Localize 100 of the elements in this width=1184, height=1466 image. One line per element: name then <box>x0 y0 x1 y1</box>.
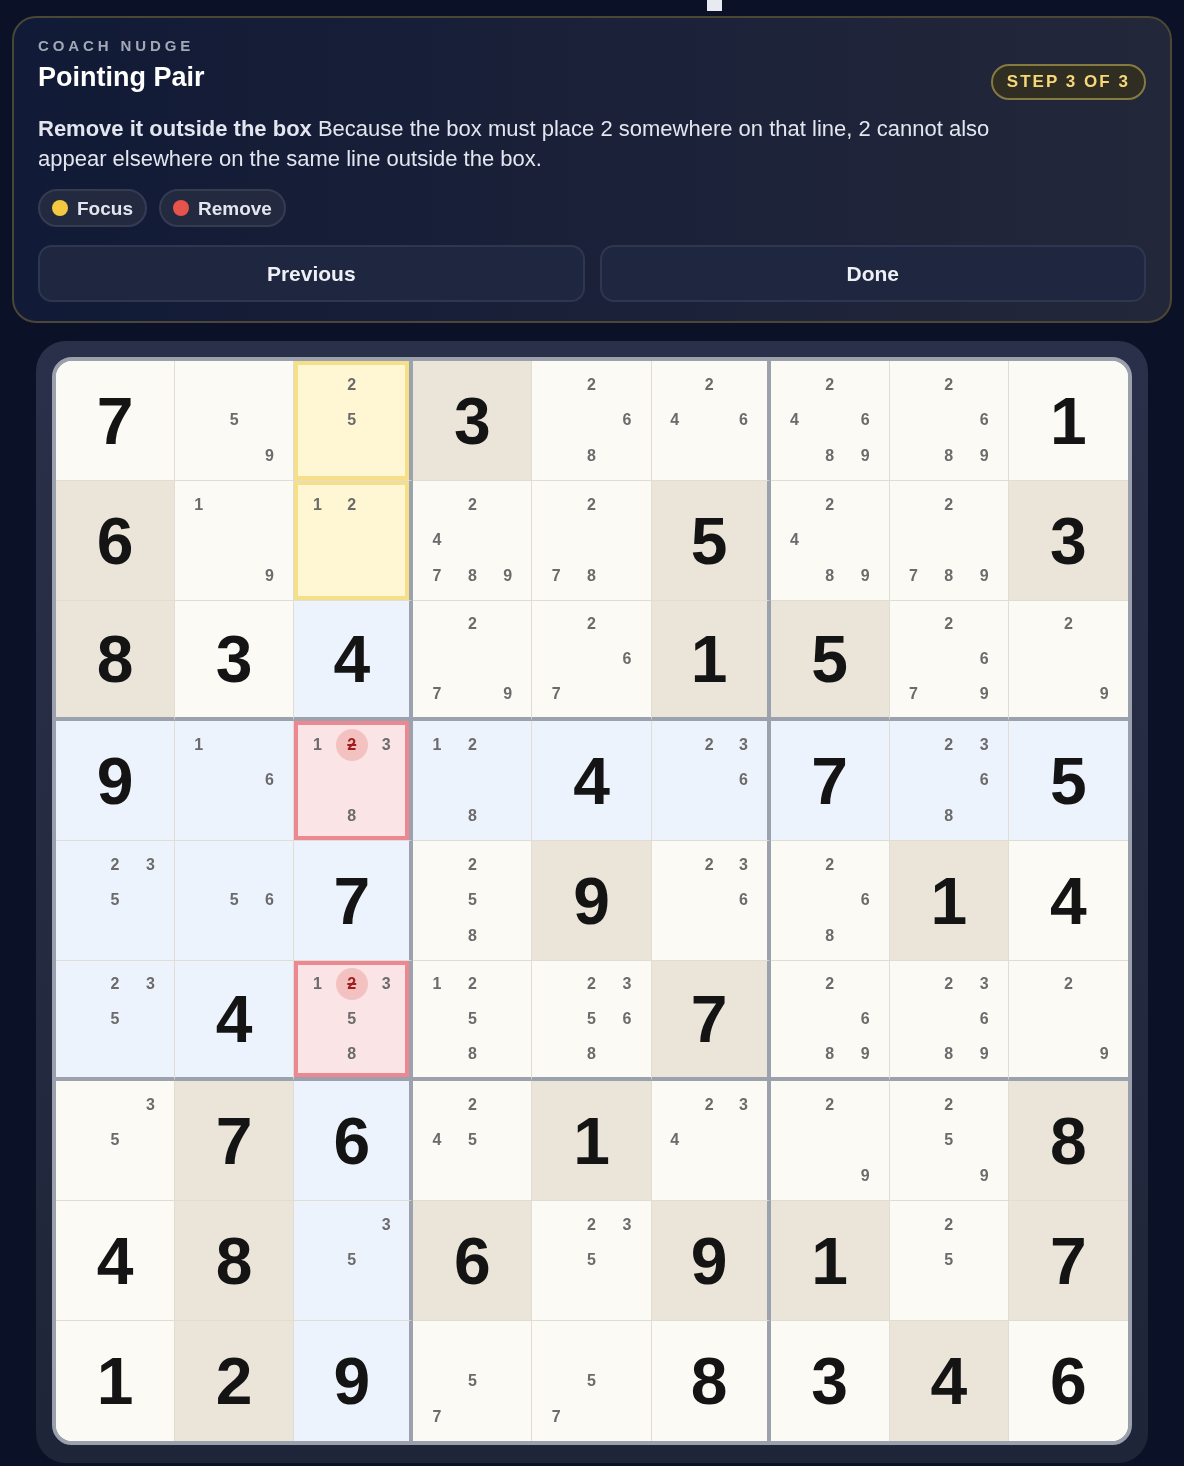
done-button[interactable]: Done <box>599 245 1146 302</box>
board-cell[interactable]: 1 3 8 2 <box>294 721 414 841</box>
board-cell[interactable]: 2 4 5 <box>413 1081 533 1201</box>
board-cell[interactable]: 5 <box>1008 721 1128 841</box>
board-cell[interactable]: 2 3 4 <box>651 1081 771 1201</box>
board-cell[interactable]: 5 9 <box>175 361 295 481</box>
board-cell[interactable]: 2 <box>175 1321 295 1441</box>
candidate-note: 6 <box>265 892 274 909</box>
board-cell[interactable]: 7 <box>175 1081 295 1201</box>
board-cell[interactable]: 3 5 <box>294 1201 414 1321</box>
board-cell[interactable]: 2 5 <box>294 361 414 481</box>
board-cell[interactable]: 2 3 5 <box>56 961 176 1081</box>
board-cell[interactable]: 9 <box>56 721 176 841</box>
board-cell[interactable]: 3 <box>175 601 295 721</box>
candidate-note: 9 <box>979 685 989 702</box>
cell-digit: 3 <box>811 1348 849 1414</box>
board-cell[interactable]: 2 3 5 <box>56 841 176 961</box>
board-cell[interactable]: 5 6 <box>175 841 295 961</box>
board-cell[interactable]: 2 4 6 8 9 <box>770 361 890 481</box>
board-cell[interactable]: 2 6 8 9 <box>889 361 1009 481</box>
board-cell[interactable]: 2 5 8 <box>413 841 533 961</box>
board-cell[interactable]: 6 <box>56 481 176 601</box>
board-cell[interactable]: 2 3 6 <box>651 721 771 841</box>
board-cell[interactable]: 2 6 7 9 <box>889 601 1009 721</box>
board-cell[interactable]: 2 7 8 9 <box>889 481 1009 601</box>
board-cell[interactable]: 5 <box>770 601 890 721</box>
board-cell[interactable]: 2 6 8 9 <box>770 961 890 1081</box>
board-cell[interactable]: 7 <box>770 721 890 841</box>
candidate-note: 2 <box>110 856 120 873</box>
board-cell[interactable]: 8 <box>175 1201 295 1321</box>
board-cell[interactable]: 4 <box>56 1201 176 1321</box>
cell-digit: 7 <box>1050 1227 1087 1294</box>
candidate-note: 8 <box>587 1045 596 1062</box>
board-cell[interactable]: 4 <box>889 1321 1009 1441</box>
board-cell[interactable]: 7 <box>56 361 176 481</box>
board-cell[interactable]: 7 <box>1008 1201 1128 1321</box>
board-cell[interactable]: 6 <box>413 1201 533 1321</box>
previous-button[interactable]: Previous <box>38 245 585 302</box>
board-cell[interactable]: 2 3 5 <box>532 1201 652 1321</box>
board-cell[interactable]: 4 <box>532 721 652 841</box>
candidate-note: 5 <box>229 412 239 429</box>
board-cell[interactable]: 2 4 6 <box>651 361 771 481</box>
board-cell[interactable]: 3 <box>413 361 533 481</box>
candidate-note: 1 <box>312 736 322 753</box>
board-cell[interactable]: 2 9 <box>770 1081 890 1201</box>
cell-digit: 7 <box>96 387 134 454</box>
candidate-note: 5 <box>110 1011 120 1027</box>
board-cell[interactable]: 1 <box>1008 361 1128 481</box>
board-cell[interactable]: 1 9 <box>175 481 295 601</box>
board-cell[interactable]: 5 <box>651 481 771 601</box>
candidate-note: 5 <box>229 892 239 909</box>
board-cell[interactable]: 1 2 8 <box>413 721 533 841</box>
candidate-note: 1 <box>312 976 322 993</box>
candidate-note: 8 <box>467 928 477 945</box>
board-cell[interactable]: 1 2 5 8 <box>413 961 533 1081</box>
board-cell[interactable]: 1 2 <box>294 481 414 601</box>
candidate-note: 2 <box>944 1216 954 1233</box>
candidate-note: 2 <box>944 1096 954 1113</box>
board-cell[interactable]: 1 <box>770 1201 890 1321</box>
board-cell[interactable]: 3 5 <box>56 1081 176 1201</box>
cell-digit: 9 <box>96 747 134 814</box>
step-badge: STEP 3 OF 3 <box>990 64 1146 100</box>
board-cell[interactable]: 2 3 5 6 8 <box>532 961 652 1081</box>
board-cell[interactable]: 6 <box>294 1081 414 1201</box>
board-cell[interactable]: 9 <box>294 1321 414 1441</box>
board-cell[interactable]: 2 3 6 <box>651 841 771 961</box>
candidate-note: 3 <box>381 736 391 753</box>
board-cell[interactable]: 9 <box>532 841 652 961</box>
board-cell[interactable]: 1 3 5 8 2 <box>294 961 414 1081</box>
board-cell[interactable]: 1 <box>532 1081 652 1201</box>
board-cell[interactable]: 3 <box>1008 481 1128 601</box>
board-cell[interactable]: 4 <box>175 961 295 1081</box>
candidate-note: 9 <box>860 568 870 585</box>
board-cell[interactable]: 2 5 9 <box>889 1081 1009 1201</box>
cell-digit: 1 <box>1050 387 1087 454</box>
board-cell[interactable]: 2 7 9 <box>413 601 533 721</box>
board-cell[interactable]: 2 5 <box>889 1201 1009 1321</box>
candidate-note: 6 <box>860 412 870 429</box>
board-cell[interactable]: 1 <box>651 601 771 721</box>
candidate-note: 3 <box>145 976 155 993</box>
board-cell[interactable]: 2 6 7 <box>532 601 652 721</box>
board-cell[interactable]: 7 <box>294 841 414 961</box>
board-cell[interactable]: 2 6 8 <box>770 841 890 961</box>
candidate-note: 2 <box>467 856 477 873</box>
board-cell[interactable]: 2 4 8 9 <box>770 481 890 601</box>
board-cell[interactable]: 8 <box>1008 1081 1128 1201</box>
board-cell[interactable]: 1 6 <box>175 721 295 841</box>
board-cell[interactable]: 8 <box>56 601 176 721</box>
candidate-note: 2 <box>587 976 596 993</box>
board-cell[interactable]: 2 6 8 <box>532 361 652 481</box>
board-cell[interactable]: 2 3 6 8 9 <box>889 961 1009 1081</box>
board-cell[interactable]: 2 3 6 8 <box>889 721 1009 841</box>
board-cell[interactable]: 1 <box>889 841 1009 961</box>
board-cell[interactable]: 7 <box>651 961 771 1081</box>
board-cell[interactable]: 2 4 7 8 9 <box>413 481 533 601</box>
board-cell[interactable]: 2 7 8 <box>532 481 652 601</box>
candidate-note: 6 <box>622 651 632 667</box>
board-cell[interactable]: 9 <box>651 1201 771 1321</box>
board-cell[interactable]: 1 <box>56 1321 176 1441</box>
board-cell[interactable]: 4 <box>294 601 414 721</box>
